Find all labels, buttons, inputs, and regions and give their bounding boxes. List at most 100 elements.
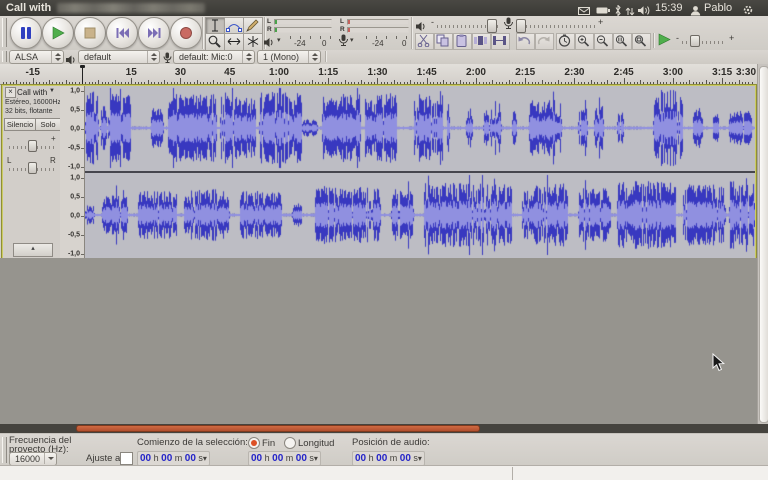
multi-tool-button[interactable] (243, 33, 263, 51)
vruler-label: -0,5 (68, 231, 80, 238)
paste-button[interactable] (453, 33, 472, 50)
time-unit: m (387, 453, 400, 463)
silence-button[interactable] (491, 33, 510, 50)
ibeam-icon (207, 18, 223, 33)
spinner-arrows-icon (51, 51, 63, 63)
device-toolbar-grabber[interactable] (2, 51, 7, 62)
vertical-scrollbar-thumb[interactable] (759, 66, 768, 423)
project-rate-select[interactable]: 16000 (9, 452, 57, 466)
device-toolbar: ALSA default default: Mic:0 1 (Mono) (0, 50, 768, 65)
timeline-ruler[interactable]: -151530451:001:151:301:452:002:152:302:4… (0, 64, 757, 85)
track-close-button[interactable]: × (5, 87, 16, 98)
playback-meter-left-label: L (267, 19, 271, 25)
cut-button[interactable] (415, 33, 434, 50)
audio-position-time-field[interactable]: 00 h 00 m 00 s▾ (352, 451, 425, 466)
silence-icon (492, 34, 507, 47)
snap-to-checkbox[interactable] (120, 452, 133, 465)
solo-button[interactable]: Solo (35, 118, 61, 131)
copy-button[interactable] (434, 33, 453, 50)
vertical-scrollbar[interactable] (757, 64, 768, 424)
end-radio[interactable] (248, 437, 260, 449)
spinner-arrows-icon (147, 51, 159, 63)
play-button[interactable] (42, 17, 74, 49)
selection-toolbar: Frecuencia del proyecto (Hz): 16000 Ajus… (0, 433, 768, 466)
input-volume-slider[interactable] (526, 25, 596, 28)
horizontal-scrollbar[interactable] (0, 424, 768, 433)
time-field-dropdown[interactable]: ▾ (314, 454, 318, 463)
input-channels-select[interactable]: 1 (Mono) (257, 50, 321, 64)
message-icon[interactable] (578, 3, 590, 14)
output-volume-thumb[interactable] (487, 19, 497, 33)
selection-start-time-field[interactable]: 00 h 00 m 00 s▾ (137, 451, 210, 466)
trim-button[interactable] (472, 33, 491, 50)
input-volume-thumb[interactable] (516, 19, 526, 33)
play-at-speed-button[interactable] (657, 33, 674, 48)
speed-slider-thumb[interactable] (690, 35, 700, 47)
playback-meter-left-bar[interactable] (274, 19, 332, 25)
pause-button[interactable] (10, 17, 42, 49)
time-unit: h (366, 453, 376, 463)
pencil-icon (245, 18, 261, 33)
skip-to-end-button[interactable] (138, 17, 170, 49)
zoom-tool-button[interactable] (205, 33, 225, 51)
playback-meter-dropdown[interactable]: ▾ (277, 36, 281, 44)
meter-peak-mark (348, 28, 350, 32)
vertical-ruler[interactable]: 1,00,50,0-0,5-1,01,00,50,0-0,5-1,0 (60, 86, 85, 258)
ruler-label: 15 (126, 67, 137, 78)
zoom-in-button[interactable] (575, 33, 594, 50)
user-icon[interactable] (690, 3, 702, 14)
volume-icon[interactable] (638, 3, 650, 14)
track-menu-dropdown[interactable]: ▼ (49, 88, 55, 94)
zoom-in-icon (576, 34, 591, 47)
network-icon[interactable] (625, 3, 637, 14)
pan-slider-thumb[interactable] (28, 162, 37, 174)
project-empty-area[interactable] (0, 258, 757, 424)
playback-meter-right-bar[interactable] (274, 27, 332, 33)
waveform-channel-left[interactable] (85, 86, 755, 171)
vruler-tick (81, 91, 84, 92)
session-gear-icon[interactable] (742, 3, 754, 14)
audio-host-select[interactable]: ALSA (9, 50, 64, 64)
time-minutes: 00 (272, 453, 283, 464)
redo-button[interactable] (535, 33, 554, 50)
rewind-icon (115, 26, 130, 40)
time-shift-tool-button[interactable] (224, 33, 244, 51)
playhead-cursor-head[interactable] (80, 65, 85, 68)
horizontal-scrollbar-thumb[interactable] (76, 425, 480, 432)
zoom-out-icon (595, 34, 610, 47)
output-device-select[interactable]: default (78, 50, 160, 64)
user-name[interactable]: Pablo (704, 2, 732, 14)
record-meter-right-bar[interactable] (347, 27, 409, 33)
stop-button[interactable] (74, 17, 106, 49)
selection-toolbar-grabber[interactable] (2, 437, 7, 463)
time-field-dropdown[interactable]: ▾ (418, 454, 422, 463)
zoom-out-button[interactable] (594, 33, 613, 50)
asterisk-icon (245, 34, 261, 49)
length-radio[interactable] (284, 437, 296, 449)
input-device-select[interactable]: default: Mic:0 (173, 50, 255, 64)
speed-slider[interactable] (682, 41, 726, 44)
ruler-label: 1:00 (269, 67, 289, 78)
snap-to-label: Ajuste a (86, 453, 120, 464)
fit-selection-button[interactable] (613, 33, 632, 50)
fit-project-button[interactable] (632, 33, 651, 50)
mute-button[interactable]: Silencio (4, 118, 36, 131)
gain-slider-thumb[interactable] (28, 140, 37, 152)
battery-icon[interactable] (596, 3, 608, 14)
skip-to-start-button[interactable] (106, 17, 138, 49)
waveform-channel-right[interactable] (85, 173, 755, 258)
undo-button[interactable] (516, 33, 535, 50)
clock[interactable]: 15:39 (655, 2, 683, 14)
transport-toolbar-grabber[interactable] (2, 18, 7, 47)
paste-icon (454, 34, 469, 47)
record-button[interactable] (170, 17, 202, 49)
time-field-dropdown[interactable]: ▾ (203, 454, 207, 463)
record-meter-dropdown[interactable]: ▾ (350, 36, 354, 44)
meter-peak-mark (275, 28, 277, 32)
track-control-panel: × Call with pe ▼ Estéreo, 16000Hz 32 bit… (3, 86, 60, 258)
sync-lock-button[interactable] (556, 33, 575, 50)
spinner-arrows-icon (44, 453, 56, 464)
track-collapse-button[interactable]: ▴ (13, 243, 53, 257)
selection-end-time-field[interactable]: 00 h 00 m 00 s▾ (248, 451, 321, 466)
record-meter-left-bar[interactable] (347, 19, 409, 25)
